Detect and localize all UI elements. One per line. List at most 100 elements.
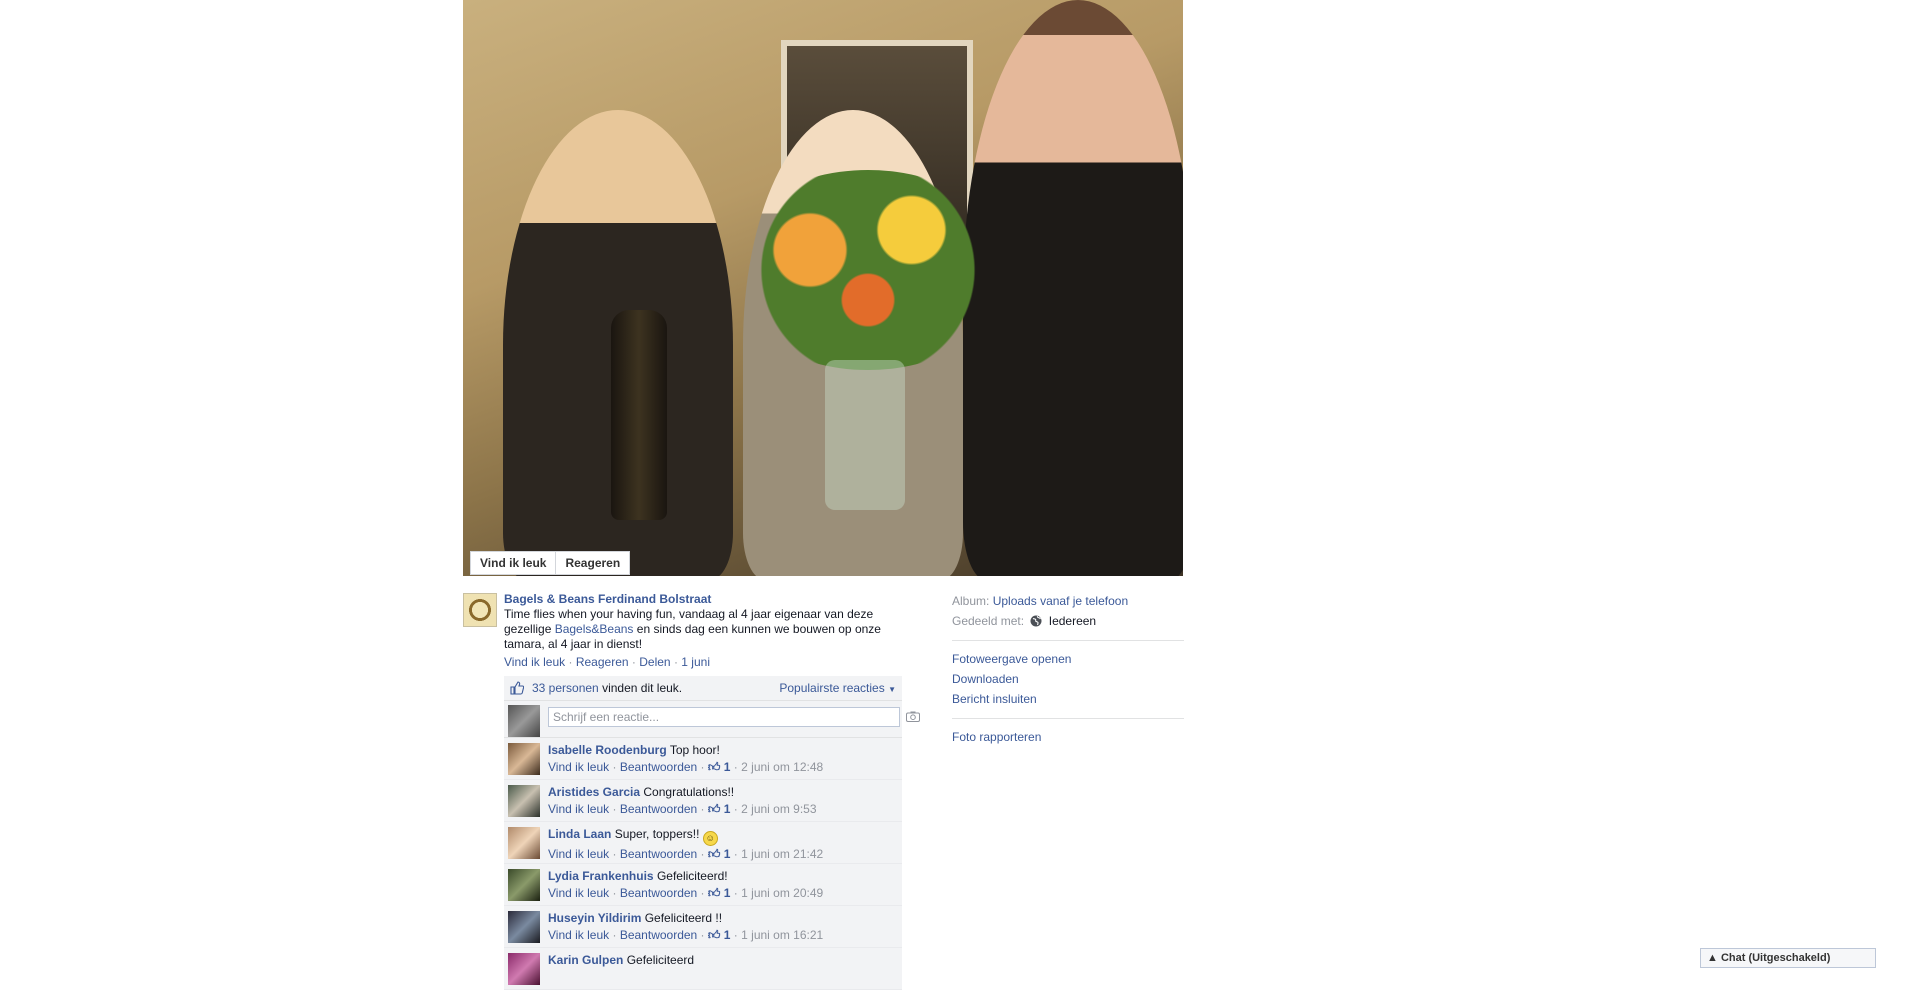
audience-selector[interactable]: Iedereen bbox=[1049, 614, 1096, 628]
comment-item: Aristides Garcia Congratulations!! Vind … bbox=[504, 780, 902, 822]
comment-reply-link[interactable]: Beantwoorden bbox=[620, 847, 697, 861]
report-photo-link[interactable]: Foto rapporteren bbox=[952, 727, 1184, 747]
likes-summary: 33 personen vinden dit leuk. Populairste… bbox=[504, 676, 902, 701]
comment-like-count[interactable]: 👍︎ 1 bbox=[708, 928, 731, 942]
commenter-avatar[interactable] bbox=[508, 953, 540, 985]
comment-like-count[interactable]: 👍︎ 1 bbox=[708, 760, 731, 774]
commenter-avatar[interactable] bbox=[508, 827, 540, 859]
comment-like-link[interactable]: Vind ik leuk bbox=[548, 760, 609, 774]
comment-like-link[interactable]: Vind ik leuk bbox=[548, 802, 609, 816]
comment-reply-link[interactable]: Beantwoorden bbox=[620, 802, 697, 816]
comment-like-count[interactable]: 👍︎ 1 bbox=[708, 886, 731, 900]
comment-like-link[interactable]: Vind ik leuk bbox=[548, 928, 609, 942]
commenter-name[interactable]: Karin Gulpen bbox=[548, 953, 623, 967]
comment-reply-link[interactable]: Beantwoorden bbox=[620, 886, 697, 900]
commenter-avatar[interactable] bbox=[508, 785, 540, 817]
comment-body: Lydia Frankenhuis Gefeliciteerd! Vind ik… bbox=[548, 868, 823, 902]
smiley-icon: ☺ bbox=[702, 831, 718, 846]
comment-like-number: 1 bbox=[723, 847, 731, 861]
comment-timestamp[interactable]: 1 juni om 20:49 bbox=[741, 886, 823, 900]
post-comment-link[interactable]: Reageren bbox=[576, 655, 629, 669]
current-user-avatar bbox=[508, 705, 540, 737]
chat-tab[interactable]: ▲ Chat (Uitgeschakeld) bbox=[1700, 948, 1876, 968]
comment-text: Gefeliciteerd !! bbox=[644, 911, 723, 925]
comment-meta: Vind ik leuk · Beantwoorden · 👍︎ 1 · 1 j… bbox=[548, 928, 824, 942]
comment-like-link[interactable]: Vind ik leuk bbox=[548, 847, 609, 861]
comment-like-number: 1 bbox=[723, 760, 731, 774]
small-thumbs-up-icon: 👍︎ bbox=[707, 847, 721, 861]
comment-item: Karin Gulpen Gefeliciteerd bbox=[504, 948, 902, 990]
post-timestamp[interactable]: 1 juni bbox=[681, 655, 710, 669]
small-thumbs-up-icon: 👍︎ bbox=[707, 802, 721, 816]
separator: · bbox=[673, 655, 678, 669]
comment-body: Aristides Garcia Congratulations!! Vind … bbox=[548, 784, 817, 818]
comment-sort-dropdown[interactable]: Populairste reacties ▼ bbox=[779, 676, 896, 702]
album-link[interactable]: Uploads vanaf je telefoon bbox=[993, 594, 1128, 608]
album-label: Album: bbox=[952, 594, 990, 608]
comment-text: Congratulations!! bbox=[643, 785, 735, 799]
commenter-avatar[interactable] bbox=[508, 869, 540, 901]
commenter-avatar[interactable] bbox=[508, 911, 540, 943]
likes-count-link[interactable]: 33 personen bbox=[532, 681, 599, 695]
comment-like-count[interactable]: 👍︎ 1 bbox=[708, 802, 731, 816]
comment-timestamp[interactable]: 1 juni om 21:42 bbox=[741, 847, 823, 861]
open-theater-link[interactable]: Fotoweergave openen bbox=[952, 649, 1184, 669]
commenter-name[interactable]: Lydia Frankenhuis bbox=[548, 869, 654, 883]
commenter-avatar[interactable] bbox=[508, 743, 540, 775]
download-link[interactable]: Downloaden bbox=[952, 669, 1184, 689]
photo-sidebar: Album: Uploads vanaf je telefoon Gedeeld… bbox=[952, 591, 1184, 747]
commenter-name[interactable]: Huseyin Yildirim bbox=[548, 911, 641, 925]
comment-item: Huseyin Yildirim Gefeliciteerd !! Vind i… bbox=[504, 906, 902, 948]
small-thumbs-up-icon: 👍︎ bbox=[707, 886, 721, 900]
comment-like-link[interactable]: Vind ik leuk bbox=[548, 886, 609, 900]
chat-label: Chat (Uitgeschakeld) bbox=[1720, 952, 1831, 964]
post-share-link[interactable]: Delen bbox=[639, 655, 670, 669]
comment-text: Super, toppers!! bbox=[614, 827, 700, 841]
photo-flowers bbox=[723, 170, 1013, 370]
globe-icon bbox=[1030, 615, 1042, 627]
comment-item: Linda Laan Super, toppers!! ☺ Vind ik le… bbox=[504, 822, 902, 864]
sort-label: Populairste reacties bbox=[779, 681, 885, 695]
post-body: Bagels & Beans Ferdinand Bolstraat Time … bbox=[504, 591, 904, 670]
comment-reply-link[interactable]: Beantwoorden bbox=[620, 928, 697, 942]
commenter-name[interactable]: Linda Laan bbox=[548, 827, 611, 841]
comment-timestamp[interactable]: 2 juni om 9:53 bbox=[741, 802, 816, 816]
comment-timestamp[interactable]: 1 juni om 16:21 bbox=[741, 928, 823, 942]
likes-text: vinden dit leuk. bbox=[598, 681, 683, 695]
photo-comment-button[interactable]: Reageren bbox=[555, 552, 629, 574]
small-thumbs-up-icon: 👍︎ bbox=[707, 760, 721, 774]
comment-meta: Vind ik leuk · Beantwoorden · 👍︎ 1 · 1 j… bbox=[548, 847, 824, 861]
camera-icon[interactable] bbox=[906, 711, 920, 722]
feedback-panel: 33 personen vinden dit leuk. Populairste… bbox=[504, 676, 920, 990]
comment-input[interactable]: Schrijf een reactie... bbox=[548, 707, 900, 727]
comment-body: Isabelle Roodenburg Top hoor! Vind ik le… bbox=[548, 742, 823, 776]
small-thumbs-up-icon: 👍︎ bbox=[707, 928, 721, 942]
comment-timestamp[interactable]: 2 juni om 12:48 bbox=[741, 760, 823, 774]
comment-like-number: 1 bbox=[723, 802, 731, 816]
photo-like-button[interactable]: Vind ik leuk bbox=[471, 552, 555, 574]
comment-body: Karin Gulpen Gefeliciteerd bbox=[548, 952, 694, 969]
commenter-name[interactable]: Aristides Garcia bbox=[548, 785, 640, 799]
post-author[interactable]: Bagels & Beans Ferdinand Bolstraat bbox=[504, 591, 904, 607]
caret-down-icon: ▼ bbox=[888, 685, 896, 694]
comment-like-number: 1 bbox=[723, 886, 731, 900]
embed-post-link[interactable]: Bericht insluiten bbox=[952, 689, 1184, 709]
post-like-link[interactable]: Vind ik leuk bbox=[504, 655, 565, 669]
photo[interactable] bbox=[463, 0, 1183, 576]
thumbs-up-icon bbox=[510, 681, 524, 695]
comment-text: Gefeliciteerd! bbox=[656, 869, 728, 883]
page-avatar[interactable] bbox=[463, 593, 497, 627]
comment-meta: Vind ik leuk · Beantwoorden · 👍︎ 1 · 1 j… bbox=[548, 886, 824, 900]
comment-body: Huseyin Yildirim Gefeliciteerd !! Vind i… bbox=[548, 910, 823, 944]
photo-bottle bbox=[611, 310, 667, 520]
commenter-name[interactable]: Isabelle Roodenburg bbox=[548, 743, 667, 757]
comment-reply-link[interactable]: Beantwoorden bbox=[620, 760, 697, 774]
photo-action-bar: Vind ik leuk Reageren bbox=[470, 551, 631, 575]
divider bbox=[952, 640, 1184, 641]
comment-like-count[interactable]: 👍︎ 1 bbox=[708, 847, 731, 861]
post-text: Time flies when your having fun, vandaag… bbox=[504, 607, 904, 652]
audience-row: Gedeeld met: Iedereen bbox=[952, 611, 1184, 631]
post-mention-link[interactable]: Bagels&Beans bbox=[555, 622, 634, 636]
comment-like-number: 1 bbox=[723, 928, 731, 942]
separator: · bbox=[631, 655, 636, 669]
